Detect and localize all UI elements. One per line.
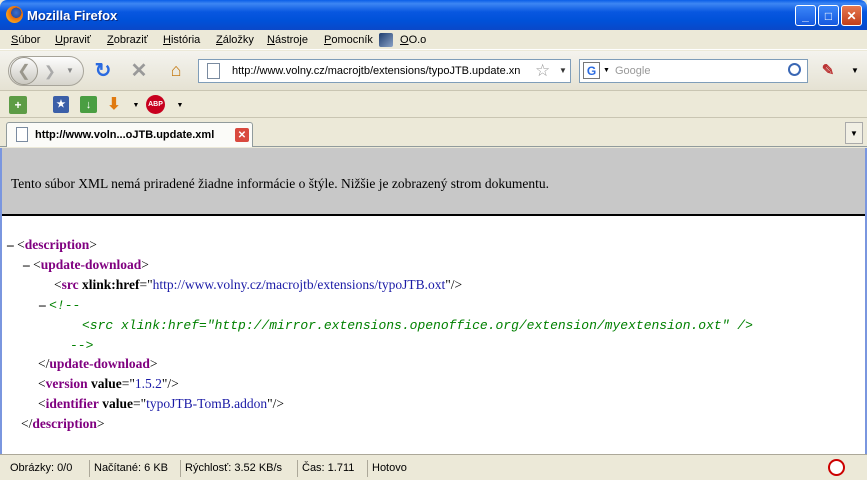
notepad-icon[interactable]: ✎ [816, 59, 840, 81]
page-icon [207, 63, 220, 79]
xml-line-comment-open: – <!-- [39, 297, 80, 313]
forward-button[interactable]: ❯ [44, 63, 56, 80]
status-loaded: Načítané: 6 KB [89, 460, 172, 477]
xml-line-src: <src xlink:href="http://www.volny.cz/mac… [54, 277, 463, 292]
status-state: Hotovo [367, 460, 411, 477]
bookmark-icon[interactable]: ★ [53, 96, 69, 113]
menu-view[interactable]: Zobraziť [107, 34, 148, 46]
status-time: Čas: 1.711 [297, 460, 358, 477]
menu-help[interactable]: Pomocník [324, 34, 373, 46]
xml-line-comment-close: --> [70, 337, 93, 353]
xml-tag: identifier [45, 396, 99, 411]
maximize-button[interactable]: □ [818, 5, 839, 26]
add-icon[interactable]: + [9, 96, 27, 114]
reload-icon[interactable]: ↻ [92, 59, 114, 82]
menu-file[interactable]: Súbor [11, 34, 40, 46]
tab-bar: http://www.voln...oJTB.update.xml ✕ ▼ [0, 119, 867, 147]
tab-close-icon[interactable]: ✕ [235, 128, 249, 142]
xml-tag: description [32, 416, 97, 431]
stop-icon[interactable]: ✕ [128, 59, 150, 82]
menu-tools[interactable]: Nástroje [267, 34, 308, 46]
status-speed: Rýchlosť: 3.52 KB/s [180, 460, 286, 477]
menu-edit[interactable]: Upraviť [55, 34, 91, 46]
xml-attr-value: typoJTB-TomB.addon [146, 396, 268, 411]
back-button[interactable]: ❮ [10, 57, 38, 85]
search-engine-dropdown-icon[interactable]: ▼ [603, 67, 610, 74]
collapse-toggle[interactable]: – [23, 257, 33, 272]
xml-tag: version [45, 376, 88, 391]
xml-comment-body: <src xlink:href="http://mirror.extension… [82, 318, 753, 333]
download-dropdown-icon[interactable]: ▼ [131, 100, 141, 110]
extensions-toolbar: + ★ ↓ ⬇ ▼ ABP ▼ [0, 92, 867, 118]
search-icon[interactable] [788, 63, 801, 76]
search-input[interactable]: Google [615, 65, 650, 77]
download-icon[interactable]: ⬇ [106, 95, 122, 113]
collapse-toggle[interactable]: – [39, 297, 49, 312]
search-bar[interactable]: G ▼ Google [579, 59, 808, 83]
xml-tag: update-download [40, 257, 142, 272]
xml-line-update-download-close: </update-download> [38, 356, 158, 371]
adblock-dropdown-icon[interactable]: ▼ [175, 100, 185, 110]
page-icon [16, 127, 28, 142]
collapse-toggle[interactable]: – [7, 237, 17, 252]
xml-attr: value [91, 376, 122, 391]
adblock-status-icon[interactable] [828, 459, 845, 476]
adblock-plus-icon[interactable]: ABP [146, 95, 165, 114]
menu-bar: Súbor Upraviť Zobraziť História Záložky … [0, 30, 867, 50]
url-text[interactable]: http://www.volny.cz/macrojtb/extensions/… [232, 65, 532, 77]
xml-comment-close: --> [70, 338, 94, 353]
tab-active[interactable]: http://www.voln...oJTB.update.xml ✕ [6, 122, 253, 147]
tab-title: http://www.voln...oJTB.update.xml [35, 129, 215, 141]
xml-info-banner: Tento súbor XML nemá priradené žiadne in… [2, 148, 865, 216]
toolbar-overflow-icon[interactable]: ▼ [850, 65, 860, 75]
page-content: Tento súbor XML nemá priradené žiadne in… [0, 148, 867, 454]
minimize-button[interactable]: _ [795, 5, 816, 26]
xml-comment-open: <!-- [49, 298, 81, 313]
bookmark-star-icon[interactable]: ☆ [535, 61, 550, 81]
menu-bookmarks[interactable]: Záložky [216, 34, 254, 46]
google-icon[interactable]: G [583, 62, 600, 79]
save-icon[interactable]: ↓ [80, 96, 97, 113]
close-button[interactable]: ✕ [841, 5, 862, 26]
url-dropdown-icon[interactable]: ▼ [559, 66, 567, 75]
xml-attr: xlink:href [82, 277, 140, 292]
xml-line-version: <version value="1.5.2"/> [38, 376, 179, 391]
tab-list-button[interactable]: ▼ [845, 122, 863, 144]
xml-attr-value: 1.5.2 [134, 376, 162, 391]
menu-history[interactable]: História [163, 34, 200, 46]
xml-line-comment-body: <src xlink:href="http://mirror.extension… [82, 317, 753, 333]
menu-ooo[interactable]: OO.o [400, 34, 426, 46]
xml-tag: src [61, 277, 79, 292]
openoffice-icon [379, 33, 393, 47]
xml-line-identifier: <identifier value="typoJTB-TomB.addon"/> [38, 396, 284, 411]
history-dropdown-icon[interactable]: ▼ [66, 66, 74, 75]
xml-tag: description [24, 237, 90, 252]
status-bar: Obrázky: 0/0 Načítané: 6 KB Rýchlosť: 3.… [0, 454, 867, 480]
xml-line-description-close: </description> [21, 416, 105, 431]
firefox-logo-icon [6, 6, 23, 23]
xml-info-text: Tento súbor XML nemá priradené žiadne in… [11, 176, 550, 191]
xml-attr: value [102, 396, 134, 411]
home-icon[interactable]: ⌂ [164, 58, 188, 82]
title-bar: Mozilla Firefox _ □ ✕ [0, 0, 867, 30]
status-images: Obrázky: 0/0 [10, 462, 73, 474]
xml-attr-value: http://www.volny.cz/macrojtb/extensions/… [152, 277, 446, 292]
xml-line-update-download-open: – <update-download> [23, 257, 149, 272]
window-title: Mozilla Firefox [27, 8, 118, 23]
xml-tag: update-download [49, 356, 150, 371]
url-bar[interactable]: http://www.volny.cz/macrojtb/extensions/… [198, 59, 571, 83]
xml-line-description-open: – <description> [7, 237, 97, 252]
